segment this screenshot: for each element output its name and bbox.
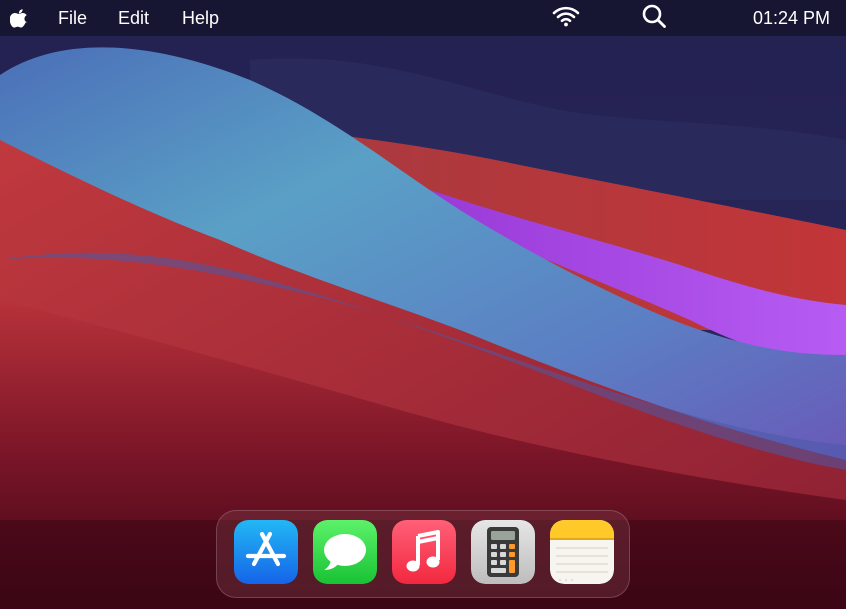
menu-bar: File Edit Help 01:24 PM: [0, 0, 846, 36]
apple-icon[interactable]: [10, 7, 28, 29]
notes-icon[interactable]: [550, 520, 614, 584]
menu-help[interactable]: Help: [182, 8, 219, 29]
menu-file[interactable]: File: [58, 8, 87, 29]
menu-bar-clock[interactable]: 01:24 PM: [753, 8, 830, 29]
app-store-icon[interactable]: [234, 520, 298, 584]
dock: [216, 510, 630, 598]
wifi-icon[interactable]: [552, 5, 580, 27]
menu-edit[interactable]: Edit: [118, 8, 149, 29]
calculator-icon[interactable]: [471, 520, 535, 584]
music-icon[interactable]: [392, 520, 456, 584]
search-icon[interactable]: [641, 3, 667, 29]
messages-icon[interactable]: [313, 520, 377, 584]
